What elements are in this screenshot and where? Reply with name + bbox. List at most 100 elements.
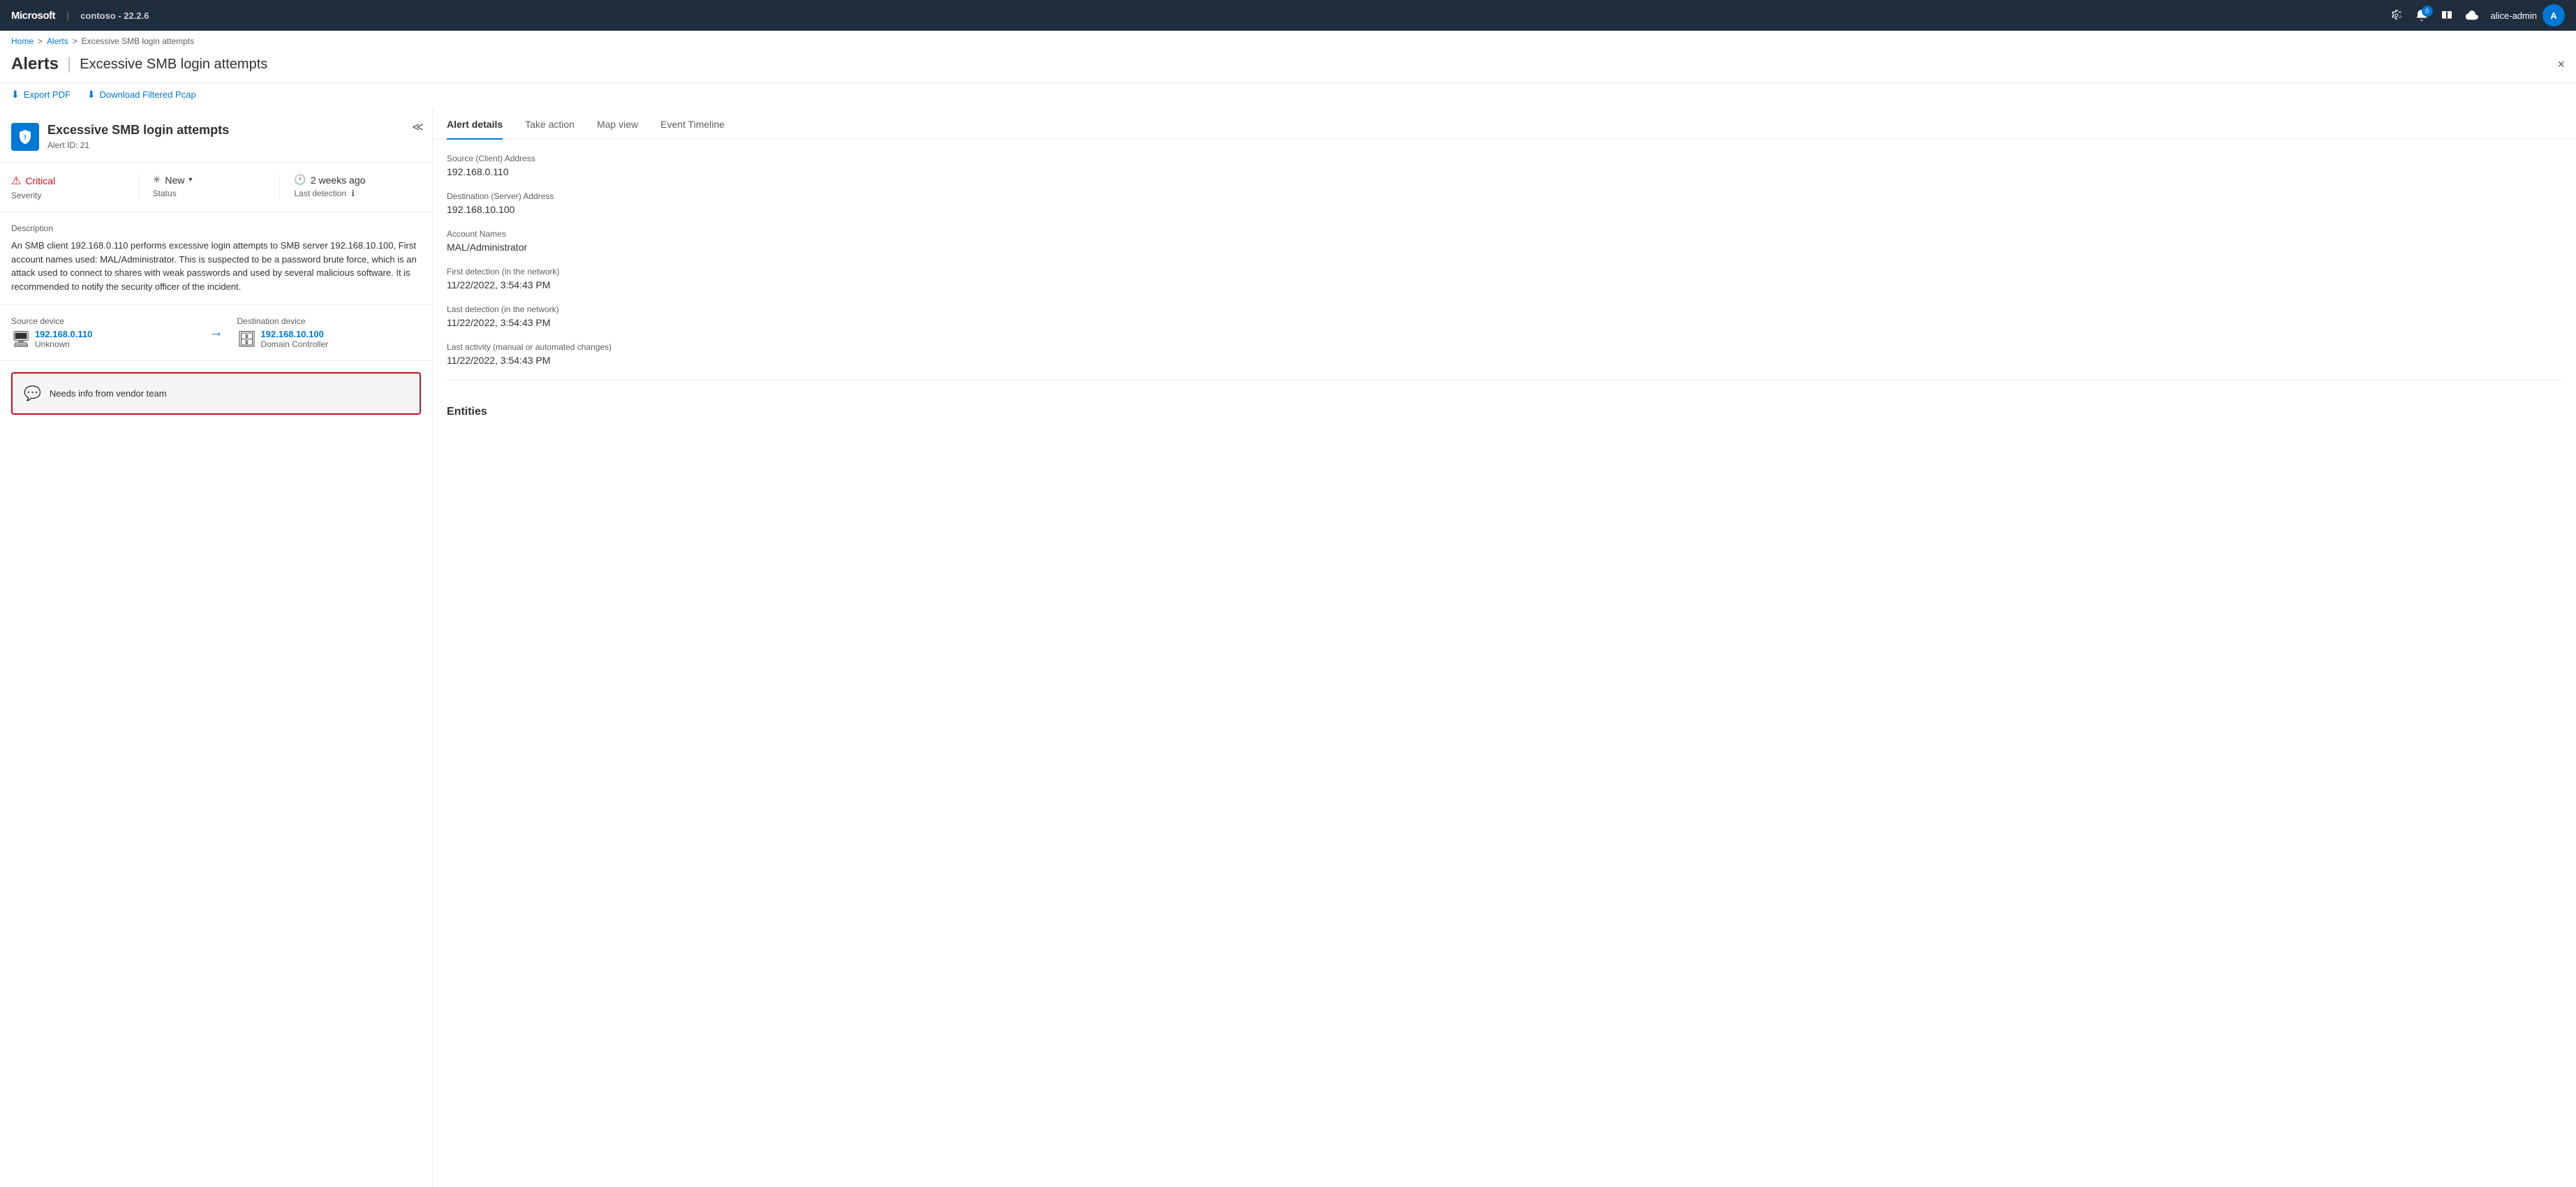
status-dropdown-icon[interactable]: ▾ xyxy=(188,176,192,184)
comment-icon: 💬 xyxy=(24,385,41,402)
dest-server-value: 192.168.10.100 xyxy=(447,204,2562,215)
left-panel: ! Excessive SMB login attempts Alert ID:… xyxy=(0,109,433,1187)
entities-label: Entities xyxy=(447,406,2562,418)
device-row: Source device 🖥 192.168.0.110 Unknown → … xyxy=(0,305,432,361)
page-title: Alerts xyxy=(11,54,59,74)
breadcrumb-current: Excessive SMB login attempts xyxy=(82,36,194,46)
last-detection-network-group: Last detection (in the network) 11/22/20… xyxy=(447,304,2562,328)
source-device: Source device 🖥 192.168.0.110 Unknown xyxy=(11,316,195,349)
last-detection-network-value: 11/22/2022, 3:54:43 PM xyxy=(447,317,2562,328)
spinner-icon: ✳ xyxy=(153,174,161,186)
source-client-value: 192.168.0.110 xyxy=(447,166,2562,177)
microsoft-logo: Microsoft xyxy=(11,10,55,22)
dest-device-icon-row: 🗄 192.168.10.100 Domain Controller xyxy=(237,329,422,349)
alert-title: Excessive SMB login attempts xyxy=(47,123,421,138)
breadcrumb-sep2: > xyxy=(73,36,77,46)
last-detection-value: 🕐 2 weeks ago xyxy=(294,174,421,186)
last-activity-value: 11/22/2022, 3:54:43 PM xyxy=(447,355,2562,366)
first-detection-group: First detection (in the network) 11/22/2… xyxy=(447,267,2562,290)
download-icon: ⬇ xyxy=(11,89,20,101)
right-panel: Alert details Take action Map view Event… xyxy=(433,109,2576,1187)
notification-badge: 0 xyxy=(2422,6,2433,17)
arrow-right-icon: → xyxy=(209,325,223,341)
export-pdf-label: Export PDF xyxy=(24,89,71,100)
status-label: Status xyxy=(153,189,280,198)
arrow-container: → xyxy=(195,325,237,341)
entities-section: Entities xyxy=(433,406,2576,441)
status-item: ✳ New ▾ Status xyxy=(138,174,280,200)
dest-ip[interactable]: 192.168.10.100 xyxy=(260,329,328,339)
account-names-group: Account Names MAL/Administrator xyxy=(447,229,2562,253)
source-device-icon-row: 🖥 192.168.0.110 Unknown xyxy=(11,329,195,349)
source-client-label: Source (Client) Address xyxy=(447,154,2562,163)
tab-event-timeline[interactable]: Event Timeline xyxy=(660,109,725,140)
last-detection-item: 🕐 2 weeks ago Last detection ℹ xyxy=(279,174,421,200)
download-pcap-icon: ⬇ xyxy=(87,89,96,101)
alert-status-row: ⚠ Critical Severity ✳ New ▾ Status 🕐 2 w… xyxy=(0,163,432,212)
avatar: A xyxy=(2542,4,2565,27)
last-detection-network-label: Last detection (in the network) xyxy=(447,304,2562,314)
page-title-section: Alerts | Excessive SMB login attempts xyxy=(11,54,2565,74)
dest-server-label: Destination (Server) Address xyxy=(447,191,2562,201)
destination-device: Destination device 🗄 192.168.10.100 Doma… xyxy=(237,316,422,349)
tenant-info: contoso - 22.2.6 xyxy=(80,10,149,21)
status-value: ✳ New ▾ xyxy=(153,174,280,186)
main-content: ! Excessive SMB login attempts Alert ID:… xyxy=(0,109,2576,1187)
source-ip[interactable]: 192.168.0.110 xyxy=(35,329,92,339)
severity-item: ⚠ Critical Severity xyxy=(11,174,138,200)
comment-box[interactable]: 💬 Needs info from vendor team xyxy=(11,372,421,415)
breadcrumb-alerts[interactable]: Alerts xyxy=(47,36,68,46)
user-menu[interactable]: alice-admin A xyxy=(2491,4,2565,27)
title-divider: | xyxy=(67,54,71,74)
tab-map-view[interactable]: Map view xyxy=(597,109,638,140)
brand-section: Microsoft | contoso - 22.2.6 xyxy=(11,10,149,22)
book-icon[interactable] xyxy=(2441,9,2453,22)
settings-icon[interactable] xyxy=(2390,9,2403,22)
cloud-icon[interactable] xyxy=(2466,9,2478,22)
breadcrumb-home[interactable]: Home xyxy=(11,36,34,46)
svg-text:!: ! xyxy=(24,134,26,142)
description-text: An SMB client 192.168.0.110 performs exc… xyxy=(11,239,421,293)
tab-alert-details[interactable]: Alert details xyxy=(447,109,503,140)
monitor-icon: 🖥 xyxy=(11,330,31,348)
topbar: Microsoft | contoso - 22.2.6 0 xyxy=(0,0,2576,31)
server-icon: 🗄 xyxy=(237,330,257,348)
alert-details-content: Source (Client) Address 192.168.0.110 De… xyxy=(433,140,2576,406)
severity-label: Severity xyxy=(11,191,138,200)
shield-icon: ! xyxy=(11,123,39,151)
tabs: Alert details Take action Map view Event… xyxy=(433,109,2576,140)
source-device-label: Source device xyxy=(11,316,195,326)
clock-icon: 🕐 xyxy=(294,174,306,186)
first-detection-label: First detection (in the network) xyxy=(447,267,2562,277)
dest-device-label: Destination device xyxy=(237,316,422,326)
last-activity-label: Last activity (manual or automated chang… xyxy=(447,342,2562,352)
close-button[interactable]: × xyxy=(2557,57,2565,72)
last-detection-label: Last detection ℹ xyxy=(294,189,421,198)
warning-icon: ⚠ xyxy=(11,174,21,188)
brand-separator: | xyxy=(66,10,69,22)
alert-header-text: Excessive SMB login attempts Alert ID: 2… xyxy=(47,123,421,150)
account-names-label: Account Names xyxy=(447,229,2562,239)
download-pcap-button[interactable]: ⬇ Download Filtered Pcap xyxy=(87,89,196,101)
info-icon: ℹ xyxy=(351,189,355,198)
collapse-button[interactable]: ≪ xyxy=(412,120,424,134)
alert-id: Alert ID: 21 xyxy=(47,140,421,150)
tab-take-action[interactable]: Take action xyxy=(525,109,575,140)
export-pdf-button[interactable]: ⬇ Export PDF xyxy=(11,89,71,101)
detail-divider xyxy=(447,380,2562,381)
username: alice-admin xyxy=(2491,10,2537,21)
comment-text: Needs info from vendor team xyxy=(50,388,167,399)
severity-value: ⚠ Critical xyxy=(11,174,138,188)
description-label: Description xyxy=(11,223,421,233)
first-detection-value: 11/22/2022, 3:54:43 PM xyxy=(447,279,2562,290)
toolbar: ⬇ Export PDF ⬇ Download Filtered Pcap xyxy=(0,83,2576,109)
source-client-group: Source (Client) Address 192.168.0.110 xyxy=(447,154,2562,177)
breadcrumb: Home > Alerts > Excessive SMB login atte… xyxy=(0,31,2576,52)
alert-description: Description An SMB client 192.168.0.110 … xyxy=(0,212,432,305)
notification-icon[interactable]: 0 xyxy=(2415,9,2428,22)
alert-header: ! Excessive SMB login attempts Alert ID:… xyxy=(0,109,432,163)
dest-sublabel: Domain Controller xyxy=(260,339,328,349)
source-sublabel: Unknown xyxy=(35,339,92,349)
page-subtitle: Excessive SMB login attempts xyxy=(80,57,267,73)
topbar-icons: 0 alice-admin A xyxy=(2390,4,2565,27)
